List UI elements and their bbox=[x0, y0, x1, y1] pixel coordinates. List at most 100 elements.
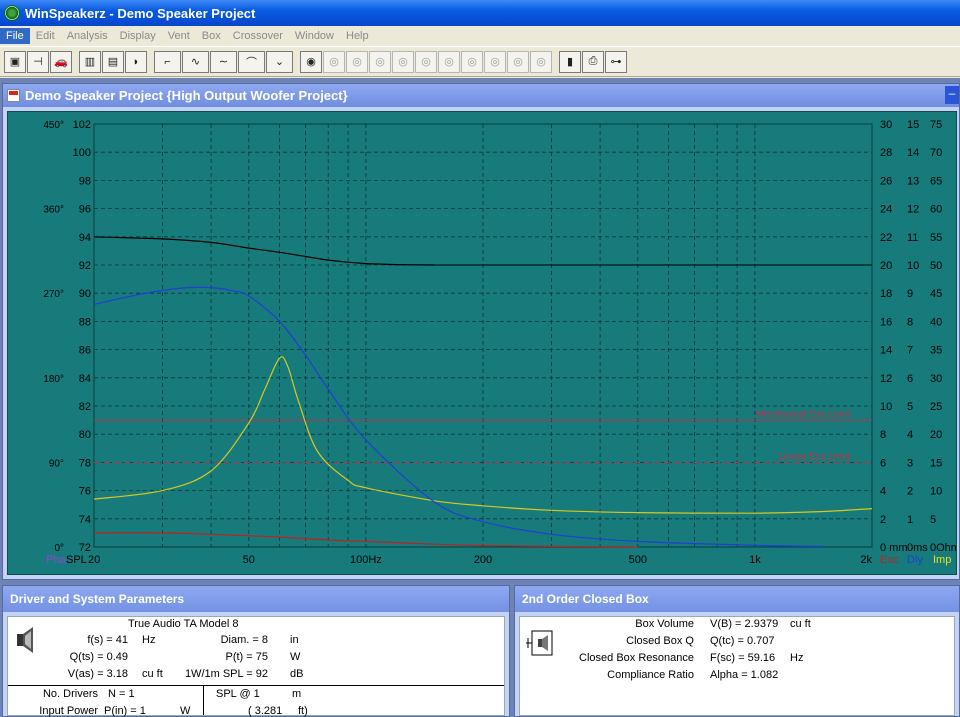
dly-tick-label: 2 bbox=[907, 486, 913, 498]
minimize-button[interactable]: – bbox=[945, 86, 959, 104]
spl-tick-label: 80 bbox=[79, 429, 91, 441]
closed-box-resonance-label: Closed Box Resonance bbox=[579, 652, 694, 664]
driver-panel-body: True Audio TA Model 8 f(s) = 41 Hz Q(ts)… bbox=[7, 616, 505, 717]
crossover-icon[interactable]: ⊣ bbox=[27, 50, 49, 73]
plot-frame: 102 100 98 96 94 92 90 88 86 84 82 80 78 76 74 72 450° 36… bbox=[7, 111, 960, 575]
driver-parameters-panel: Driver and System Parameters True Audio … bbox=[2, 585, 510, 717]
spl-tick-label: 92 bbox=[79, 260, 91, 272]
spl-at-label[interactable]: SPL @ 1 bbox=[216, 688, 260, 700]
driver-6-icon[interactable]: ◎ bbox=[438, 50, 460, 73]
menu-box[interactable]: Box bbox=[196, 28, 227, 44]
menu-file[interactable]: File bbox=[0, 27, 30, 44]
print-icon[interactable]: ⎙ bbox=[582, 50, 604, 73]
menu-bar: File Edit Analysis Display Vent Box Cros… bbox=[0, 26, 960, 45]
notch-filter-icon[interactable]: ⌒ bbox=[238, 50, 265, 73]
toolbar: ▣ ⊣ 🚗 ▥ ▤ ◗ ⌐ ∿ ∼ ⌒ ⌄ ◉ ◎ ◎ ◎ ◎ ◎ ◎ ◎ ◎ … bbox=[0, 46, 960, 77]
input-power-value[interactable]: P(in) = 1 bbox=[104, 705, 146, 717]
dly-tick-label: 0ms bbox=[907, 542, 928, 554]
dly-tick-label: 9 bbox=[907, 288, 913, 300]
vas-value: V(as) = 3.18 bbox=[67, 668, 128, 680]
bandpass-filter-icon[interactable]: ∼ bbox=[210, 50, 237, 73]
driver-2-icon[interactable]: ◎ bbox=[346, 50, 368, 73]
bar-graph-icon[interactable]: ▮ bbox=[559, 50, 581, 73]
no-drivers-label: No. Drivers bbox=[42, 688, 98, 700]
input-power-unit: W bbox=[180, 705, 191, 717]
driver-1-icon[interactable]: ◎ bbox=[323, 50, 345, 73]
imp-tick-label: 75 bbox=[930, 119, 942, 131]
fs-unit: Hz bbox=[142, 634, 156, 646]
x-tick-label: 50 bbox=[243, 554, 255, 566]
highpass-filter-icon[interactable]: ∿ bbox=[182, 50, 209, 73]
phase-tick-label: 270° bbox=[43, 289, 64, 300]
spl-tick-label: 96 bbox=[79, 204, 91, 216]
exc-tick-label: 30 bbox=[880, 119, 892, 131]
imp-tick-label: 40 bbox=[930, 316, 942, 328]
no-drivers-value[interactable]: N = 1 bbox=[108, 688, 135, 700]
imp-tick-label: 65 bbox=[930, 175, 942, 187]
imp-tick-label: 30 bbox=[930, 373, 942, 385]
shelf-filter-icon[interactable]: ⌄ bbox=[266, 50, 293, 73]
spl-tick-label: 98 bbox=[79, 175, 91, 187]
exc-tick-label: 24 bbox=[880, 204, 892, 216]
driver-10-icon[interactable]: ◎ bbox=[530, 50, 552, 73]
driver-panel-title: Driver and System Parameters bbox=[3, 586, 509, 612]
exc-tick-label: 28 bbox=[880, 147, 892, 159]
response-chart[interactable]: 1021009896949290888684828078767472450°36… bbox=[8, 112, 960, 574]
mdi-workspace: Demo Speaker Project {High Output Woofer… bbox=[0, 78, 960, 717]
exc-tick-label: 10 bbox=[880, 401, 892, 413]
pt-value: P(t) = 75 bbox=[225, 651, 269, 663]
driver-7-icon[interactable]: ◎ bbox=[461, 50, 483, 73]
wire-icon[interactable]: ⊶ bbox=[605, 50, 627, 73]
box-panel-body: Box Volume V(B) = 2.9379 cu ft Closed Bo… bbox=[519, 616, 955, 716]
menu-edit[interactable]: Edit bbox=[30, 28, 61, 44]
series-spl-line bbox=[93, 236, 435, 266]
menu-display[interactable]: Display bbox=[114, 28, 162, 44]
dly-tick-label: 11 bbox=[907, 232, 918, 244]
pt-unit: W bbox=[290, 651, 301, 663]
chart-window-icon bbox=[7, 89, 20, 102]
driver-4-icon[interactable]: ◎ bbox=[392, 50, 414, 73]
driver-select-icon[interactable]: ◉ bbox=[300, 50, 322, 73]
imp-tick-label: 5 bbox=[930, 514, 936, 526]
speaker-driver-icon[interactable]: ▣ bbox=[4, 50, 26, 73]
lowpass-filter-icon[interactable]: ⌐ bbox=[154, 50, 181, 73]
exc-tick-label: 0 mm bbox=[880, 542, 908, 554]
dly-tick-label: 13 bbox=[907, 175, 919, 187]
box-volume-value[interactable]: V(B) = 2.9379 bbox=[710, 618, 778, 630]
phase-tick-label: 180° bbox=[43, 374, 64, 385]
box-vent-icon[interactable]: ▥ bbox=[79, 50, 101, 73]
phase-tick-label: 360° bbox=[43, 205, 64, 216]
dly-tick-label: 12 bbox=[907, 204, 919, 216]
closed-box-q-value[interactable]: Q(tc) = 0.707 bbox=[710, 635, 775, 647]
driver-8-icon[interactable]: ◎ bbox=[484, 50, 506, 73]
spl-at-unit: m bbox=[292, 688, 302, 700]
phase-axis-label: Pha bbox=[46, 554, 66, 566]
menu-help[interactable]: Help bbox=[340, 28, 375, 44]
diam-unit: in bbox=[290, 634, 299, 646]
menu-crossover[interactable]: Crossover bbox=[227, 28, 289, 44]
compliance-ratio-value[interactable]: Alpha = 1.082 bbox=[710, 669, 778, 681]
car-icon[interactable]: 🚗 bbox=[50, 50, 72, 73]
spl-tick-label: 102 bbox=[73, 119, 91, 131]
dly-tick-label: 5 bbox=[907, 401, 913, 413]
menu-window[interactable]: Window bbox=[289, 28, 340, 44]
x-tick-label: 100Hz bbox=[350, 554, 382, 566]
ear-icon[interactable]: ◗ bbox=[125, 50, 147, 73]
exc-tick-label: 22 bbox=[880, 232, 892, 244]
driver-3-icon[interactable]: ◎ bbox=[369, 50, 391, 73]
menu-vent[interactable]: Vent bbox=[162, 28, 196, 44]
driver-9-icon[interactable]: ◎ bbox=[507, 50, 529, 73]
imp-tick-label: 0Ohm bbox=[930, 542, 956, 554]
dly-tick-label: 1 bbox=[907, 514, 913, 526]
spl-tick-label: 94 bbox=[79, 232, 91, 244]
x-tick-label: 200 bbox=[474, 554, 492, 566]
dly-tick-label: 4 bbox=[907, 429, 913, 441]
spl-tick-label: 88 bbox=[79, 316, 91, 328]
chart-window-titlebar[interactable]: Demo Speaker Project {High Output Woofer… bbox=[3, 84, 959, 107]
closed-box-resonance-value[interactable]: F(sc) = 59.16 bbox=[710, 652, 775, 664]
driver-5-icon[interactable]: ◎ bbox=[415, 50, 437, 73]
menu-analysis[interactable]: Analysis bbox=[61, 28, 114, 44]
exc-tick-label: 2 bbox=[880, 514, 886, 526]
closed-box-resonance-unit: Hz bbox=[790, 652, 804, 664]
cabinet-icon[interactable]: ▤ bbox=[102, 50, 124, 73]
